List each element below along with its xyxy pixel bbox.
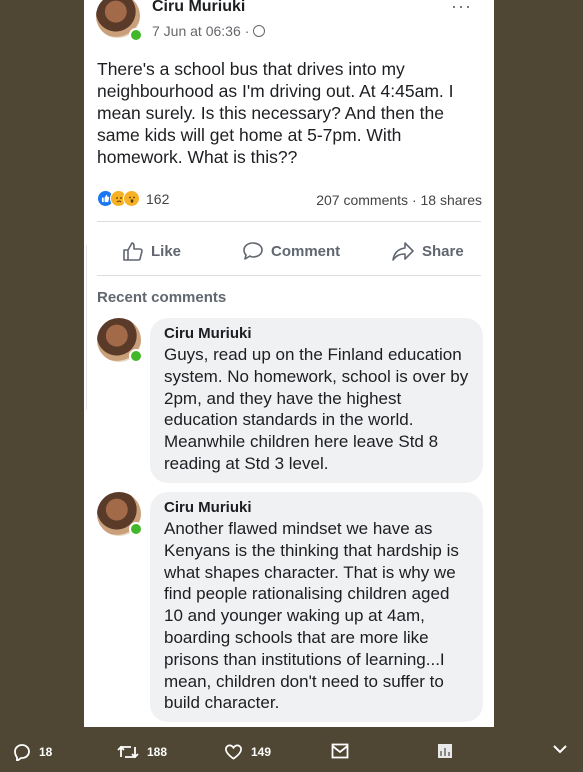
engagement-counts: 207 comments · 18 shares [316,192,482,208]
wow-icon [123,190,140,207]
tweet-action-bar: 18 188 149 [0,733,583,772]
reaction-count: 162 [146,190,170,207]
retweet-button[interactable]: 188 [117,743,167,761]
reply-button[interactable]: 18 [13,743,52,761]
divider-line [86,245,87,410]
comment-bubble: Ciru Muriuki Another flawed mindset we h… [150,492,483,723]
post-time[interactable]: 7 Jun at 06:36 [152,23,241,39]
retweet-count: 188 [147,745,168,759]
share-button[interactable]: Share [391,236,464,266]
more-button[interactable] [552,743,568,755]
direct-message-button[interactable] [331,743,349,759]
like-label: Like [151,242,182,260]
reply-icon [14,744,30,761]
facebook-post-card: Ciru Muriuki 7 Jun at 06:36 · ··· There'… [84,0,494,727]
comment-label: Comment [271,242,341,260]
heart-icon [225,744,242,760]
like-count: 149 [251,745,272,759]
divider-bottom [97,275,481,276]
comment-text: Another flawed mindset we have as Kenyan… [164,519,459,713]
thumbs-up-icon [123,242,143,261]
divider-top [97,221,481,222]
mail-icon [331,743,349,759]
recent-comments-label[interactable]: Recent comments [97,289,226,306]
reply-count: 18 [39,745,53,759]
post-meta: 7 Jun at 06:36 · [152,23,266,39]
share-label: Share [422,242,464,260]
analytics-icon [438,744,452,758]
meta-separator: · [244,23,250,39]
post-text: There's a school bus that drives into my… [97,59,454,167]
comment-author[interactable]: Ciru Muriuki [164,325,471,342]
more-options-icon[interactable]: ··· [451,0,472,17]
count-separator: · [411,192,417,208]
online-status-dot [129,522,143,536]
comment-author[interactable]: Ciru Muriuki [164,499,471,516]
online-status-dot [129,28,143,42]
comments-count[interactable]: 207 comments [316,192,408,208]
analytics-button[interactable] [437,743,453,759]
poster-name[interactable]: Ciru Muriuki [152,0,245,16]
share-icon [392,242,414,261]
like-tweet-button[interactable]: 149 [224,743,271,761]
shares-count[interactable]: 18 shares [421,192,482,208]
reactions-summary[interactable]: 162 [97,190,169,207]
online-status-dot [129,349,143,363]
comment-icon [243,242,263,260]
retweet-icon [117,745,139,759]
comment-text: Guys, read up on the Finland education s… [164,345,469,473]
chevron-down-icon [553,745,567,754]
globe-icon [253,25,266,37]
like-button[interactable]: Like [122,236,181,266]
comment-bubble: Ciru Muriuki Guys, read up on the Finlan… [150,318,483,483]
comment-button[interactable]: Comment [242,236,340,266]
